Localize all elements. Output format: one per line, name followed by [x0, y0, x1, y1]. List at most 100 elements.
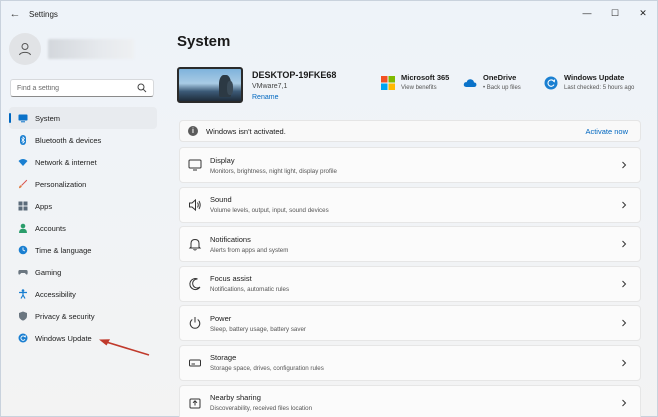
minimize-button[interactable]: —: [573, 1, 601, 25]
close-button[interactable]: ✕: [629, 1, 657, 25]
activation-banner: i Windows isn't activated. Activate now: [179, 120, 641, 142]
wifi-icon: [18, 157, 28, 167]
share-icon: [188, 396, 202, 410]
setting-card-focus-assist[interactable]: Focus assist Notifications, automatic ru…: [179, 265, 641, 302]
card-text: Sound Volume levels, output, input, soun…: [210, 195, 329, 214]
microsoft-logo-icon: [381, 76, 395, 90]
sidebar-nav: System Bluetooth & devices Network & int…: [9, 107, 157, 349]
sidebar-item-accessibility[interactable]: Accessibility: [9, 283, 157, 305]
sidebar-item-time-language[interactable]: Time & language: [9, 239, 157, 261]
brush-icon: [18, 179, 28, 189]
main-content: System DESKTOP-19FKE68 VMware7,1 Rename …: [171, 27, 657, 417]
quick-link-subtitle: • Back up files: [483, 85, 521, 91]
sidebar-item-gaming[interactable]: Gaming: [9, 261, 157, 283]
chevron-right-icon: [622, 280, 627, 288]
card-subtitle: Alerts from apps and system: [210, 246, 289, 254]
device-model: VMware7,1: [252, 83, 288, 90]
activation-message: Windows isn't activated.: [206, 126, 286, 136]
chevron-right-icon: [622, 201, 627, 208]
quick-link-text: OneDrive • Back up files: [483, 73, 521, 91]
sidebar-item-accounts[interactable]: Accounts: [9, 217, 157, 239]
sidebar-item-privacy[interactable]: Privacy & security: [9, 305, 157, 327]
setting-card-storage[interactable]: Storage Storage space, drives, configura…: [179, 344, 641, 381]
info-icon: i: [188, 126, 198, 136]
card-title: Sound: [210, 195, 232, 205]
setting-card-nearby-sharing[interactable]: Nearby sharing Discoverability, received…: [179, 384, 641, 417]
quick-link-title: Microsoft 365: [401, 73, 450, 82]
page-title: System: [177, 33, 231, 50]
setting-card-sound[interactable]: Sound Volume levels, output, input, soun…: [179, 186, 641, 223]
person-icon: [19, 43, 31, 56]
wallpaper-rock: [227, 81, 233, 95]
gamepad-icon: [18, 267, 28, 277]
accessibility-icon: [18, 289, 28, 299]
card-title: Display: [210, 155, 235, 165]
quick-link-windows-update[interactable]: Windows Update Last checked: 5 hours ago: [544, 73, 634, 91]
device-name: DESKTOP-19FKE68: [252, 70, 337, 80]
quick-link-text: Microsoft 365 View benefits: [401, 73, 449, 91]
chevron-right-icon: [622, 161, 627, 169]
sidebar-item-apps[interactable]: Apps: [9, 195, 157, 217]
back-button[interactable]: ←: [3, 2, 27, 26]
sidebar-item-label: System: [35, 113, 61, 123]
sidebar-item-network[interactable]: Network & internet: [9, 151, 157, 173]
rename-link[interactable]: Rename: [252, 94, 278, 101]
globe-clock-icon: [18, 245, 28, 255]
sidebar-item-label: Bluetooth & devices: [35, 135, 102, 145]
search-box[interactable]: [10, 79, 154, 97]
card-subtitle: Volume levels, output, input, sound devi…: [210, 207, 329, 215]
refresh-icon: [18, 333, 28, 343]
card-text: Focus assist Notifications, automatic ru…: [210, 274, 289, 293]
annotation-arrow: [99, 339, 150, 356]
activate-now-link[interactable]: Activate now: [585, 127, 628, 136]
maximize-button[interactable]: ☐: [601, 1, 629, 25]
profile-name-redacted: [48, 39, 134, 59]
card-subtitle: Discoverability, received files location: [210, 405, 313, 413]
storage-icon: [188, 356, 202, 370]
sidebar-item-label: Apps: [35, 201, 53, 211]
search-input[interactable]: [11, 84, 129, 92]
search-icon[interactable]: [137, 83, 147, 93]
sidebar-item-system[interactable]: System: [9, 107, 157, 129]
refresh-icon: [544, 76, 558, 90]
setting-card-notifications[interactable]: Notifications Alerts from apps and syste…: [179, 226, 641, 263]
power-icon: [188, 316, 202, 330]
card-title: Focus assist: [210, 274, 252, 284]
sidebar-item-label: Network & internet: [35, 157, 97, 167]
card-subtitle: Notifications, automatic rules: [210, 286, 290, 294]
card-text: Power Sleep, battery usage, battery save…: [210, 314, 306, 333]
display-icon: [188, 158, 202, 172]
card-title: Nearby sharing: [210, 393, 261, 403]
card-title: Storage: [210, 353, 237, 363]
apps-icon: [18, 201, 28, 211]
quick-link-onedrive[interactable]: OneDrive • Back up files: [463, 73, 521, 91]
shield-icon: [18, 311, 28, 321]
sidebar-item-label: Accessibility: [35, 289, 76, 299]
sidebar-item-label: Windows Update: [35, 333, 92, 343]
quick-link-title: Windows Update: [564, 73, 625, 82]
sidebar-item-label: Privacy & security: [35, 311, 95, 321]
setting-card-display[interactable]: Display Monitors, brightness, night ligh…: [179, 147, 641, 183]
card-title: Notifications: [210, 234, 251, 244]
window-controls: — ☐ ✕: [573, 1, 657, 25]
moon-icon: [188, 277, 202, 291]
quick-link-microsoft-365[interactable]: Microsoft 365 View benefits: [381, 73, 449, 91]
bluetooth-icon: [18, 135, 28, 145]
card-subtitle: Monitors, brightness, night light, displ…: [210, 167, 337, 175]
person-icon: [18, 223, 28, 233]
chevron-right-icon: [622, 359, 627, 367]
card-text: Storage Storage space, drives, configura…: [210, 353, 324, 372]
app-title: Settings: [29, 9, 58, 19]
sidebar-item-personalization[interactable]: Personalization: [9, 173, 157, 195]
avatar: [9, 33, 41, 65]
card-text: Display Monitors, brightness, night ligh…: [210, 156, 337, 175]
card-text: Notifications Alerts from apps and syste…: [210, 235, 288, 254]
bell-icon: [188, 237, 202, 251]
setting-card-power[interactable]: Power Sleep, battery usage, battery save…: [179, 305, 641, 342]
cloud-icon: [463, 79, 477, 87]
speaker-icon: [188, 198, 202, 212]
device-wallpaper-thumbnail: [177, 67, 243, 103]
sidebar-item-bluetooth[interactable]: Bluetooth & devices: [9, 129, 157, 151]
chevron-right-icon: [622, 399, 627, 406]
user-profile[interactable]: [9, 33, 134, 65]
